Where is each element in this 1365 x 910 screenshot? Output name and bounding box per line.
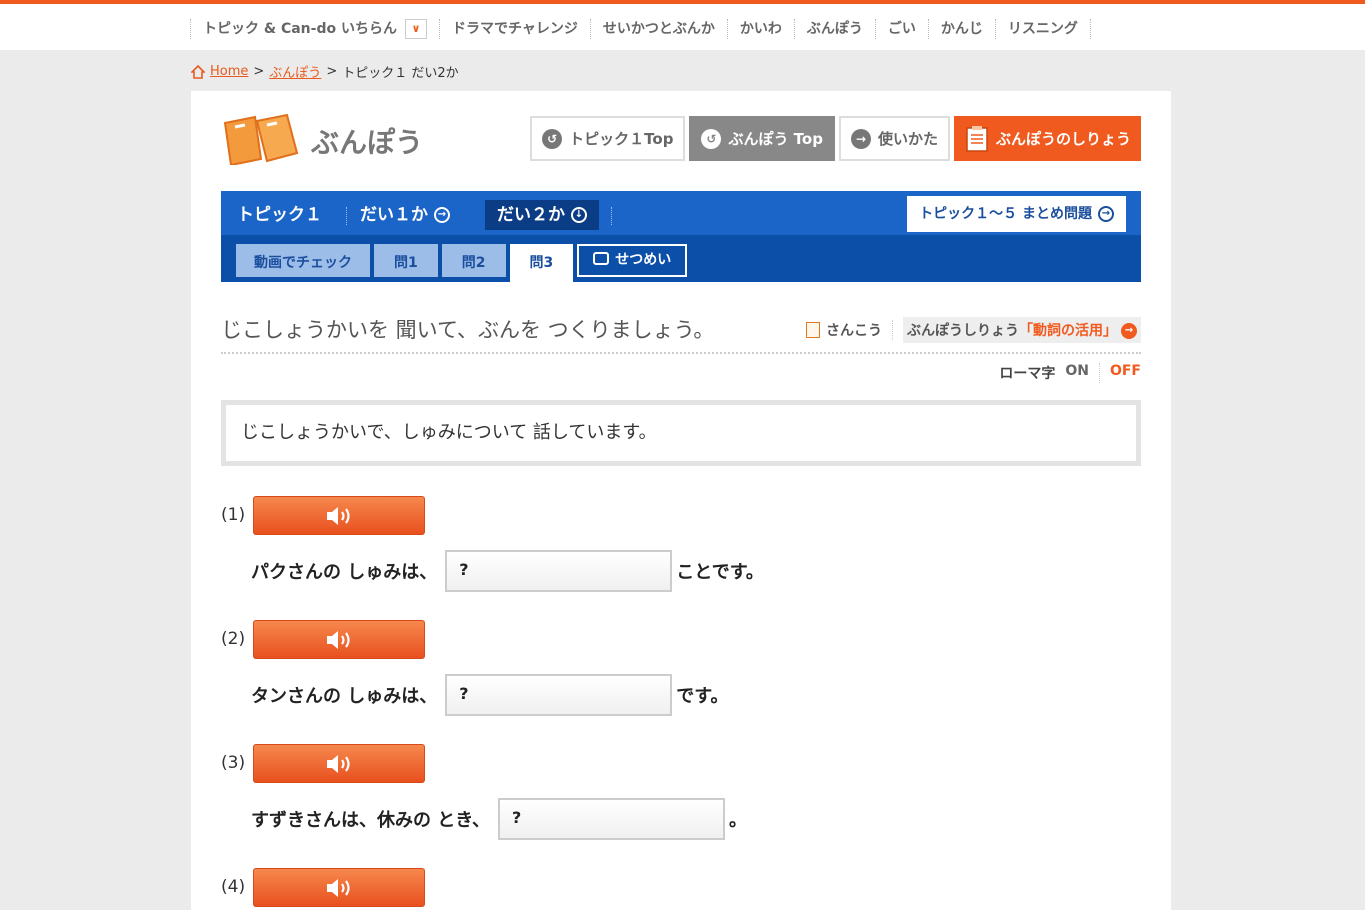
header-buttons: ↺ トピック１Top ↺ ぶんぽう Top → 使いかた ぶんぽうのしりょう: [530, 116, 1141, 161]
home-icon: [191, 64, 205, 79]
nav-drama-challenge[interactable]: ドラマでチャレンジ: [438, 19, 590, 39]
tab-lesson-2[interactable]: だい２か ↓: [485, 200, 599, 230]
romaji-label: ローマ字: [999, 366, 1056, 382]
lesson-navigation: トピック１ だい１か → だい２か ↓ トピック１～５ まとめ問題 → 動画でチェック…: [221, 191, 1141, 282]
speaker-icon: [327, 878, 350, 897]
nav-topic-cando-list[interactable]: トピック & Can-do いちらん ∨: [190, 19, 439, 39]
books-logo-icon: [223, 113, 299, 165]
reference-links: さんこう ぶんぽうしりょう「動詞の活用」 →: [806, 317, 1141, 343]
question-number: (4): [221, 877, 246, 897]
romaji-toggle: ローマ字 ON OFF: [999, 363, 1141, 383]
nav-conversation[interactable]: かいわ: [726, 19, 794, 39]
lesson-tabs-row: トピック１ だい１か → だい２か ↓ トピック１～５ まとめ問題 →: [221, 191, 1141, 237]
romaji-on-button[interactable]: ON: [1065, 363, 1100, 383]
tab-question-1[interactable]: 問1: [374, 244, 438, 277]
memo-icon: [806, 322, 820, 338]
topic-1-label: トピック１: [237, 205, 322, 225]
nav-grammar[interactable]: ぶんぽう: [793, 19, 875, 39]
audio-play-button[interactable]: [253, 620, 425, 659]
answer-blank[interactable]: ?: [498, 798, 726, 840]
grammar-materials-button[interactable]: ぶんぽうのしりょう: [953, 116, 1141, 161]
return-arrow-icon: ↺: [701, 128, 722, 149]
audio-play-button[interactable]: [253, 496, 425, 535]
arrow-right-icon: →: [1098, 206, 1114, 222]
question-number: (3): [221, 753, 246, 773]
page-title: ぶんぽう: [311, 126, 424, 159]
arrow-down-icon: ↓: [571, 207, 587, 223]
divider: [221, 352, 1141, 354]
question-number: (1): [221, 505, 246, 525]
question-number: (2): [221, 629, 246, 649]
tab-separator: [346, 207, 347, 225]
tab-video-check[interactable]: 動画でチェック: [236, 244, 370, 277]
breadcrumb-separator: >: [326, 64, 338, 79]
topic-top-button[interactable]: ↺ トピック１Top: [530, 116, 686, 161]
breadcrumb-grammar-link[interactable]: ぶんぽう: [269, 62, 321, 81]
tab-separator: [611, 207, 612, 225]
usage-button[interactable]: → 使いかた: [838, 116, 950, 161]
tab-question-2[interactable]: 問2: [441, 244, 506, 277]
question-subtabs: 動画でチェック 問1 問2 問3 せつめい: [236, 244, 688, 282]
breadcrumb: Home > ぶんぽう > トピック１ だい2か: [191, 62, 459, 81]
speaker-icon: [327, 506, 350, 525]
notepad-icon: [966, 125, 988, 152]
tab-question-3[interactable]: 問3: [509, 244, 574, 282]
answer-blank[interactable]: ?: [445, 550, 673, 592]
speech-bubble-icon: [593, 252, 610, 265]
audio-play-button[interactable]: [253, 744, 425, 783]
nav-listening[interactable]: リスニング: [994, 19, 1091, 39]
verb-conjugation-link[interactable]: ぶんぽうしりょう「動詞の活用」 →: [903, 317, 1141, 343]
question-sentence: タンさんの しゅみは、 ? です。: [251, 674, 728, 716]
instruction-text: じこしょうかいを 聞いて、ぶんを つくりましょう。: [221, 318, 715, 342]
context-box: じこしょうかいで、しゅみについて 話しています。: [221, 400, 1141, 466]
romaji-off-button[interactable]: OFF: [1110, 363, 1141, 383]
top-navigation-bar: トピック & Can-do いちらん ∨ ドラマでチャレンジ せいかつとぶんか か…: [0, 0, 1365, 50]
tab-explanation[interactable]: せつめい: [577, 244, 688, 277]
speaker-icon: [327, 754, 350, 773]
nav-vocabulary[interactable]: ごい: [874, 19, 928, 39]
top-nav: トピック & Can-do いちらん ∨ ドラマでチャレンジ せいかつとぶんか か…: [190, 18, 1091, 40]
nav-kanji[interactable]: かんじ: [927, 19, 995, 39]
answer-blank[interactable]: ?: [445, 674, 673, 716]
nav-life-culture[interactable]: せいかつとぶんか: [589, 19, 727, 39]
grammar-top-button[interactable]: ↺ ぶんぽう Top: [689, 116, 835, 161]
question-sentence: パクさんの しゅみは、 ? ことです。: [251, 550, 764, 592]
chevron-down-icon[interactable]: ∨: [404, 19, 427, 39]
tab-lesson-1[interactable]: だい１か →: [348, 200, 462, 230]
arrow-right-icon: →: [850, 128, 871, 149]
audio-play-button[interactable]: [253, 868, 425, 907]
breadcrumb-current: トピック１ だい2か: [342, 66, 459, 81]
arrow-right-icon: →: [434, 207, 450, 223]
question-sentence: すずきさんは、休みの とき、 ? 。: [251, 798, 747, 840]
reference-link[interactable]: さんこう: [806, 320, 893, 340]
breadcrumb-home-link[interactable]: Home: [210, 64, 248, 79]
summary-questions-button[interactable]: トピック１～５ まとめ問題 →: [907, 196, 1126, 232]
return-arrow-icon: ↺: [542, 128, 563, 149]
speaker-icon: [327, 630, 350, 649]
arrow-right-icon: →: [1121, 323, 1137, 339]
breadcrumb-separator: >: [253, 64, 265, 79]
main-panel: ぶんぽう ↺ トピック１Top ↺ ぶんぽう Top → 使いかた ぶんぽうのしりょう…: [191, 91, 1171, 910]
